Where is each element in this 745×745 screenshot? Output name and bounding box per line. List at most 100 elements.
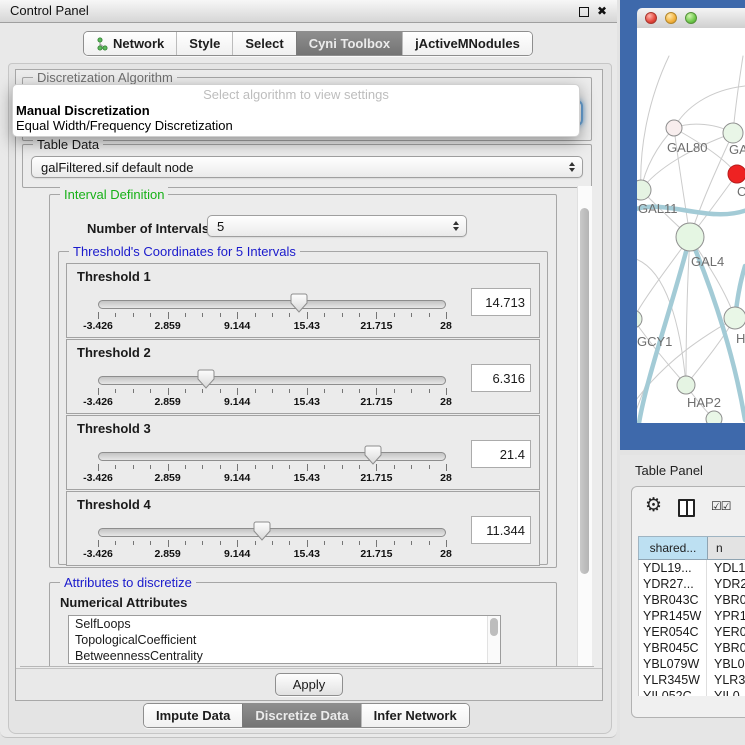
attribute-list-item[interactable]: SelfLoops bbox=[69, 616, 500, 632]
tab-network[interactable]: Network bbox=[84, 32, 176, 55]
window-title: Control Panel bbox=[10, 0, 89, 22]
tick-label: 21.715 bbox=[360, 472, 392, 484]
tick-mark bbox=[376, 388, 377, 395]
close-icon[interactable]: ✖ bbox=[597, 3, 607, 19]
bottom-tab-infer-network[interactable]: Infer Network bbox=[361, 704, 469, 727]
tick-mark bbox=[185, 389, 186, 393]
settings-vertical-scrollbar[interactable] bbox=[577, 186, 592, 666]
interval-definition-group: Interval Definition Number of Intervals … bbox=[49, 194, 557, 568]
tick-mark bbox=[411, 465, 412, 469]
popup-option-manual-discretization[interactable]: Manual Discretization bbox=[16, 103, 150, 118]
attribute-list-item[interactable]: TopologicalCoefficient bbox=[69, 632, 500, 648]
tick-mark bbox=[307, 388, 308, 395]
slider-thumb[interactable] bbox=[253, 521, 271, 541]
checkbox-icons[interactable]: ☑☑ bbox=[711, 499, 731, 513]
zoom-traffic-light-icon[interactable] bbox=[685, 12, 697, 24]
tick-label: 15.43 bbox=[294, 320, 320, 332]
settings-scrollbar-thumb[interactable] bbox=[580, 208, 589, 574]
attributes-scrollbar-thumb[interactable] bbox=[490, 618, 498, 636]
minimize-traffic-light-icon[interactable] bbox=[665, 12, 677, 24]
number-of-intervals-value: 5 bbox=[217, 219, 224, 234]
table-data-combo[interactable]: galFiltered.sif default node bbox=[31, 156, 583, 178]
threshold-value-field[interactable]: 21.4 bbox=[471, 440, 531, 468]
tick-mark bbox=[150, 541, 151, 545]
tab-jactivemnodules[interactable]: jActiveMNodules bbox=[402, 32, 532, 55]
tab-label: Style bbox=[189, 36, 220, 51]
tick-mark bbox=[342, 465, 343, 469]
tab-style[interactable]: Style bbox=[176, 32, 232, 55]
close-traffic-light-icon[interactable] bbox=[645, 12, 657, 24]
network-node[interactable] bbox=[637, 310, 642, 328]
network-node[interactable] bbox=[677, 376, 695, 394]
threshold-value-field[interactable]: 11.344 bbox=[471, 516, 531, 544]
split-column-icon[interactable] bbox=[678, 499, 695, 517]
network-node[interactable] bbox=[666, 120, 682, 136]
table-row[interactable]: YBL079WYBL0 bbox=[639, 656, 745, 672]
attributes-scrollbar[interactable] bbox=[487, 616, 500, 663]
tab-cyni-toolbox[interactable]: Cyni Toolbox bbox=[296, 32, 402, 55]
column-header-name[interactable]: n bbox=[708, 537, 745, 559]
network-view-window: GAL80GACGAL11GAL4GCY1HHAP2 bbox=[620, 0, 745, 450]
attributes-group: Attributes to discretize Numerical Attri… bbox=[49, 582, 557, 667]
table-row[interactable]: YER054CYER0 bbox=[639, 624, 745, 640]
attribute-list-item[interactable]: BetweennessCentrality bbox=[69, 648, 500, 664]
discretize-settings-panel: Discretization Algorithm Manual Discreti… bbox=[15, 69, 603, 701]
network-node[interactable] bbox=[728, 165, 745, 183]
bottom-tab-discretize-data[interactable]: Discretize Data bbox=[242, 704, 360, 727]
slider-track[interactable] bbox=[98, 376, 446, 385]
threshold-value-field[interactable]: 6.316 bbox=[471, 364, 531, 392]
table-panel-title: Table Panel bbox=[635, 463, 703, 478]
threshold-label: Threshold 4 bbox=[77, 497, 151, 512]
gear-icon[interactable]: ⚙ bbox=[645, 494, 662, 518]
cell-shared-name: YDR27... bbox=[639, 576, 707, 592]
popup-option-equal-width-frequency[interactable]: Equal Width/Frequency Discretization bbox=[16, 118, 233, 133]
tick-label: 28 bbox=[440, 320, 452, 332]
combo-arrows-icon bbox=[569, 162, 575, 172]
table-row[interactable]: YPR145WYPR1 bbox=[639, 608, 745, 624]
table-row[interactable]: YDR27...YDR2 bbox=[639, 576, 745, 592]
slider-track[interactable] bbox=[98, 452, 446, 461]
tick-mark bbox=[324, 389, 325, 393]
network-node[interactable] bbox=[724, 307, 745, 329]
slider-thumb[interactable] bbox=[197, 369, 215, 389]
number-of-intervals-combo[interactable]: 5 bbox=[207, 215, 467, 237]
network-node[interactable] bbox=[676, 223, 704, 251]
network-graph: GAL80GACGAL11GAL4GCY1HHAP2 bbox=[637, 28, 745, 423]
network-canvas[interactable]: GAL80GACGAL11GAL4GCY1HHAP2 bbox=[637, 28, 745, 423]
tick-mark bbox=[150, 465, 151, 469]
tick-label: 21.715 bbox=[360, 396, 392, 408]
network-node[interactable] bbox=[706, 411, 722, 423]
tab-select[interactable]: Select bbox=[232, 32, 295, 55]
table-row[interactable]: YLR345WYLR3 bbox=[639, 672, 745, 688]
network-edge bbox=[733, 56, 743, 133]
table-row[interactable]: YDL19...YDL1 bbox=[639, 560, 745, 576]
slider-track[interactable] bbox=[98, 528, 446, 537]
network-node[interactable] bbox=[723, 123, 743, 143]
slider-track[interactable] bbox=[98, 300, 446, 309]
tick-mark bbox=[411, 313, 412, 317]
tick-mark bbox=[324, 465, 325, 469]
tick-mark bbox=[168, 388, 169, 395]
tick-mark bbox=[359, 389, 360, 393]
tick-mark bbox=[168, 540, 169, 547]
tick-mark bbox=[98, 540, 99, 547]
control-panel-window: Control Panel ✖ Network Style SelectCyni T… bbox=[0, 0, 617, 738]
table-row[interactable]: YBR043CYBR0 bbox=[639, 592, 745, 608]
apply-button[interactable]: Apply bbox=[275, 673, 343, 696]
bottom-tab-impute-data[interactable]: Impute Data bbox=[144, 704, 242, 727]
slider-thumb[interactable] bbox=[290, 293, 308, 313]
tick-label: 15.43 bbox=[294, 548, 320, 560]
tick-mark bbox=[168, 312, 169, 319]
tick-mark bbox=[255, 313, 256, 317]
tick-mark bbox=[342, 313, 343, 317]
table-row[interactable]: YBR045CYBR0 bbox=[639, 640, 745, 656]
threshold-value-field[interactable]: 14.713 bbox=[471, 288, 531, 316]
numerical-attributes-list[interactable]: SelfLoopsTopologicalCoefficientBetweenne… bbox=[68, 615, 501, 664]
float-window-icon[interactable] bbox=[579, 7, 589, 17]
column-header-shared-name[interactable]: shared... bbox=[638, 537, 708, 559]
network-node[interactable] bbox=[637, 180, 651, 200]
table-row[interactable]: YIL052CYIL0 bbox=[639, 688, 745, 696]
top-tab-bar: Network Style SelectCyni ToolboxjActiveMNo… bbox=[83, 31, 533, 56]
tick-label: 15.43 bbox=[294, 396, 320, 408]
slider-thumb[interactable] bbox=[364, 445, 382, 465]
